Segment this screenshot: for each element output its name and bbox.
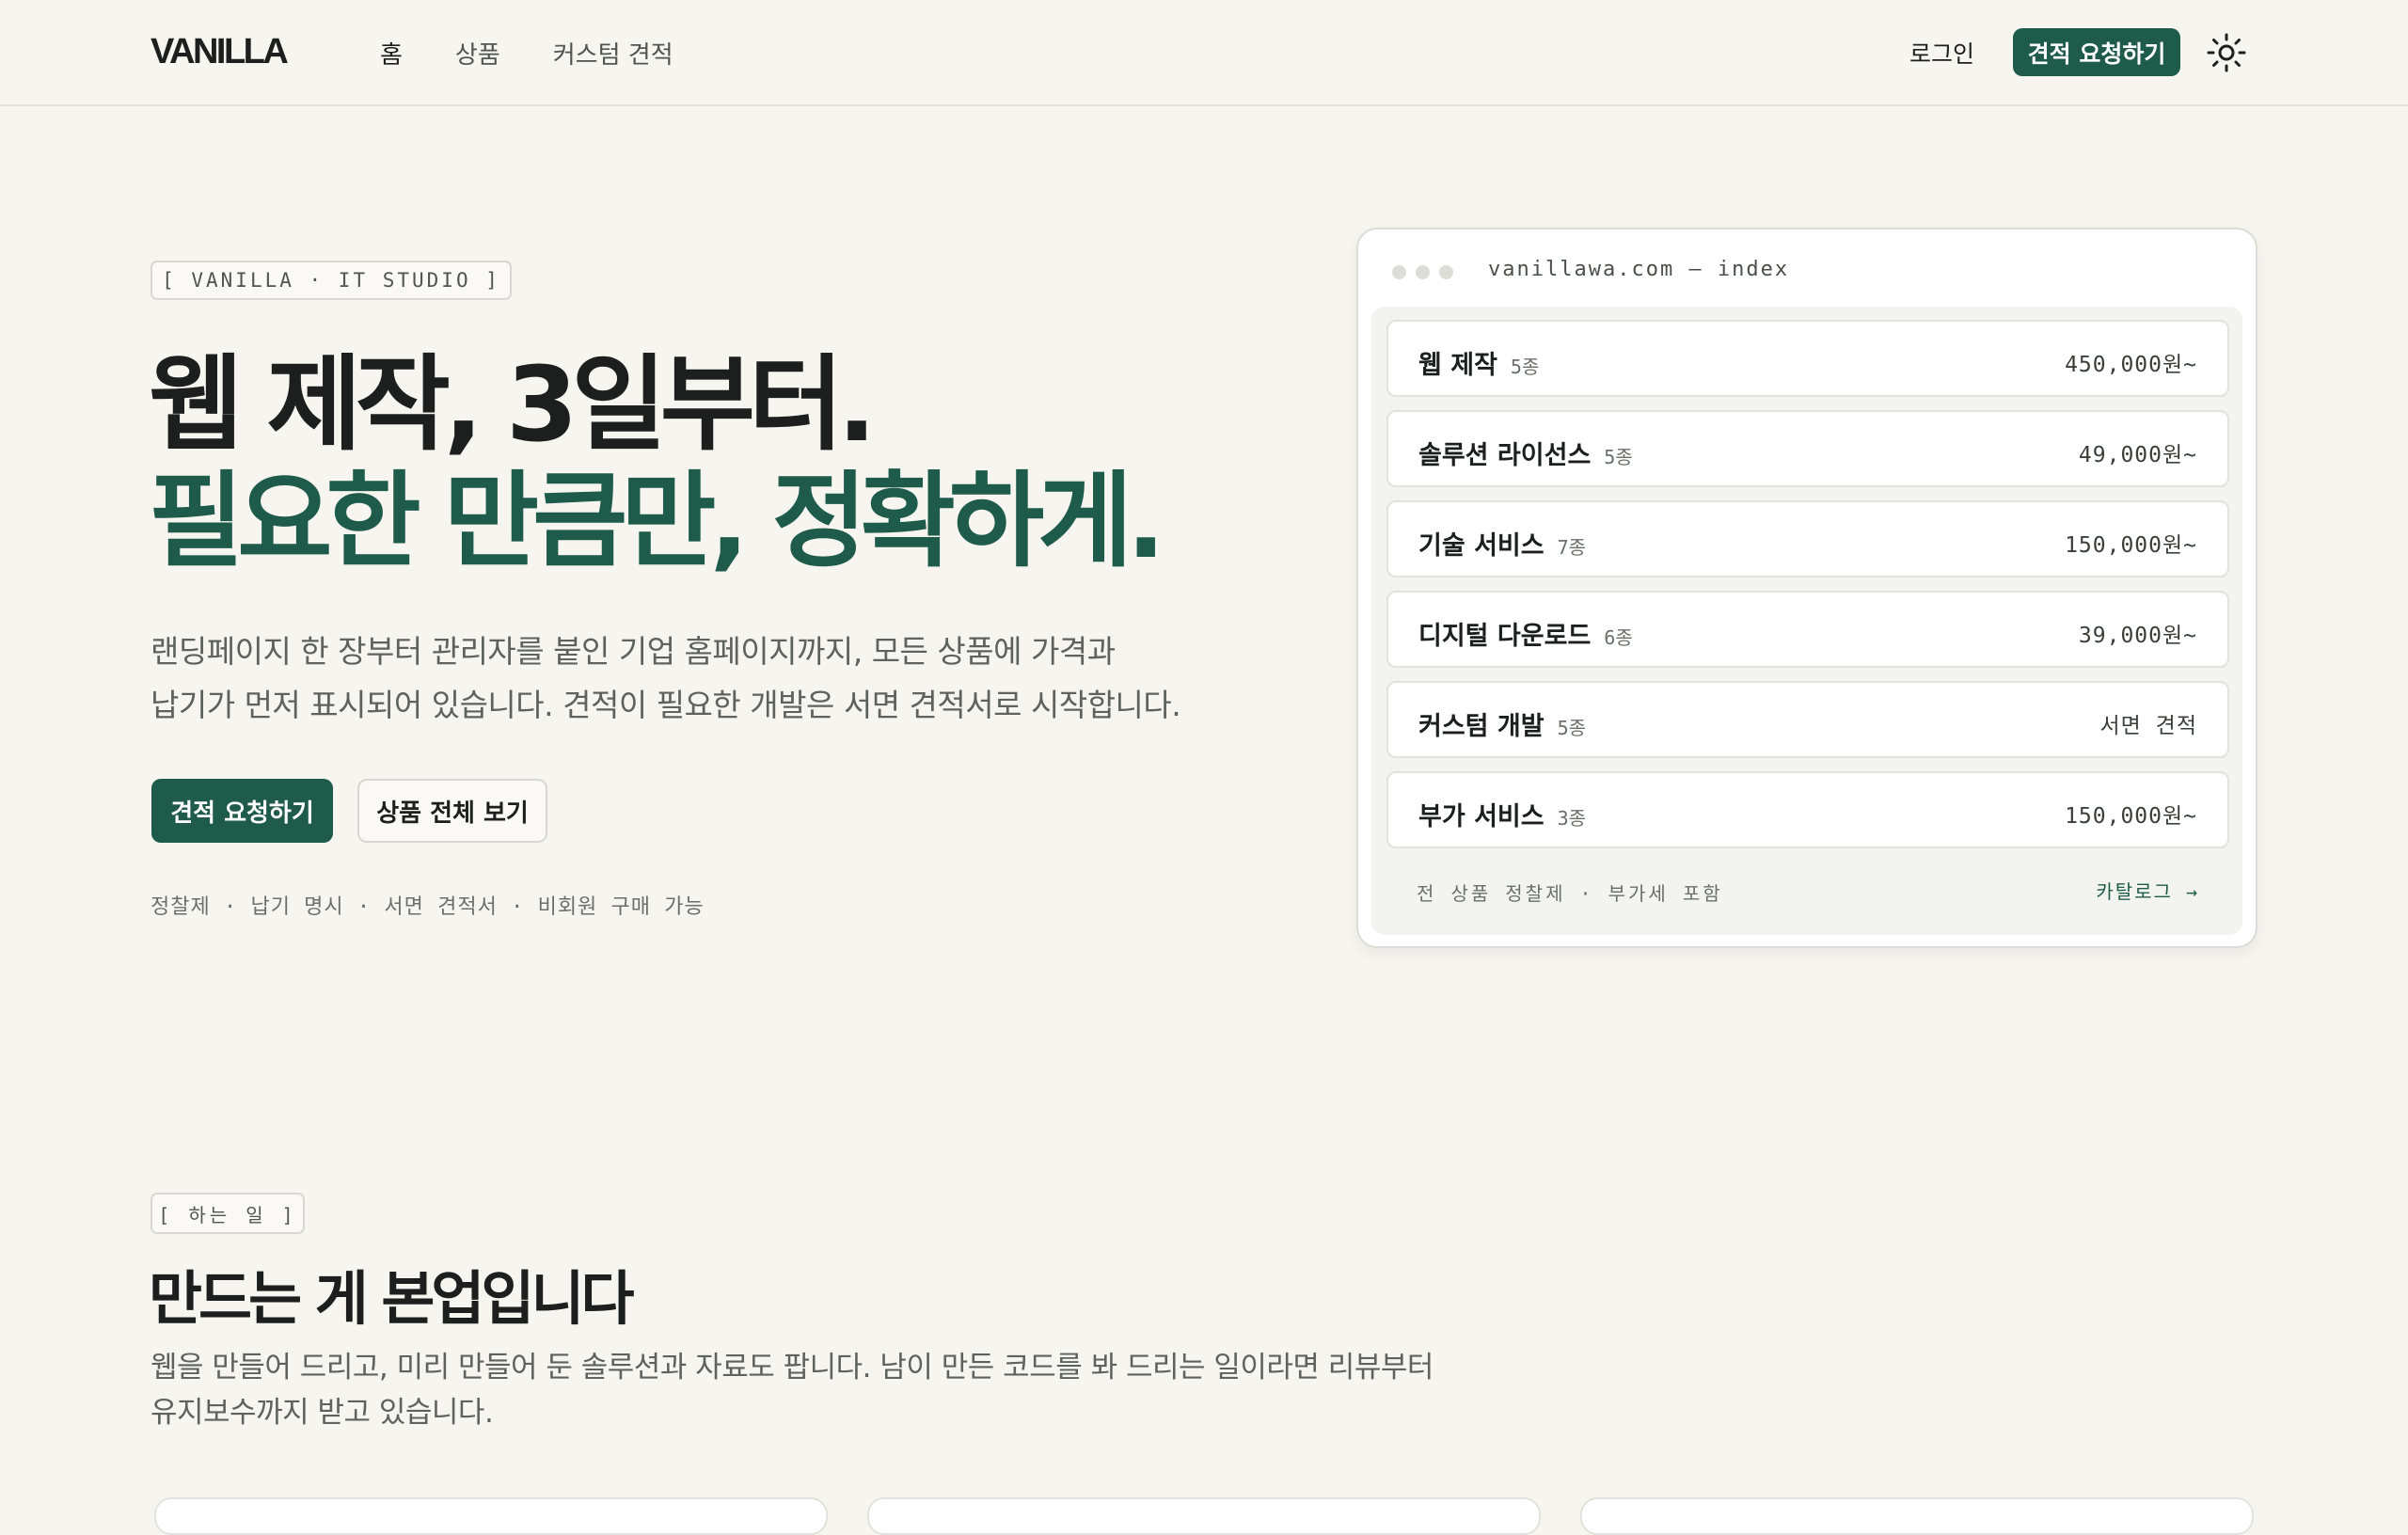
catalog-row-price: 서면 견적 <box>2099 714 2197 738</box>
catalog-row-name: 기술 서비스 <box>1418 531 1545 561</box>
catalog-row-license[interactable]: 솔루션 라이선스 5종 49,000원~ <box>1386 410 2229 487</box>
catalog-row-count: 5종 <box>1604 446 1633 468</box>
hero-title: 웹 제작, 3일부터. 필요한 만큼만, 정확하게. <box>149 344 1165 581</box>
catalog-row-custom-dev[interactable]: 커스텀 개발 5종 서면 견적 <box>1386 681 2229 758</box>
site-header: VANILLA 홈 상품 커스텀 견적 로그인 견적 요청하기 <box>0 0 2408 106</box>
section-tag: [ 하는 일 ] <box>150 1193 305 1234</box>
window-dots <box>1392 265 1453 279</box>
catalog-row-name: 웹 제작 <box>1418 351 1497 380</box>
section-description-line1: 웹을 만들어 드리고, 미리 만들어 둔 솔루션과 자료도 팝니다. 남이 만든… <box>150 1351 1434 1385</box>
service-card[interactable] <box>154 1497 828 1535</box>
section-title: 만드는 게 본업입니다 <box>149 1264 635 1333</box>
catalog-row-name: 디지털 다운로드 <box>1418 622 1592 651</box>
catalog-row-count: 3종 <box>1557 807 1587 830</box>
catalog-footer-note: 전 상품 정찰제 · 부가세 포함 <box>1417 882 1723 905</box>
nav-home[interactable]: 홈 <box>380 36 403 71</box>
nav-custom-quote[interactable]: 커스텀 견적 <box>553 36 673 71</box>
hero-tag: [ VANILLA · IT STUDIO ] <box>150 261 512 300</box>
catalog-row-count: 5종 <box>1510 356 1540 378</box>
catalog-row-name: 커스텀 개발 <box>1418 712 1545 741</box>
hero-meta: 정찰제 · 납기 명시 · 서면 견적서 · 비회원 구매 가능 <box>150 895 705 919</box>
catalog-row-tech-service[interactable]: 기술 서비스 7종 150,000원~ <box>1386 500 2229 578</box>
catalog-list: 웹 제작 5종 450,000원~ 솔루션 라이선스 5종 49,000원~ 기술 … <box>1371 307 2242 935</box>
theme-toggle-button[interactable] <box>2207 33 2246 72</box>
catalog-row-count: 6종 <box>1604 626 1633 649</box>
catalog-row-price: 450,000원~ <box>2065 353 2197 377</box>
view-all-products-button[interactable]: 상품 전체 보기 <box>357 779 547 843</box>
window-dot <box>1439 265 1453 279</box>
catalog-row-addon[interactable]: 부가 서비스 3종 150,000원~ <box>1386 771 2229 848</box>
service-card[interactable] <box>1580 1497 2254 1535</box>
catalog-preview: vanillawa.com — index 웹 제작 5종 450,000원~ 솔… <box>1356 228 2258 948</box>
mock-url: vanillawa.com — index <box>1488 258 1790 281</box>
catalog-row-price: 150,000원~ <box>2065 533 2197 558</box>
logo[interactable]: VANILLA <box>150 32 289 72</box>
main-nav: 홈 상품 커스텀 견적 <box>380 36 673 71</box>
catalog-row-count: 5종 <box>1557 717 1587 739</box>
hero-quote-button[interactable]: 견적 요청하기 <box>151 779 333 843</box>
hero-description: 랜딩페이지 한 장부터 관리자를 붙인 기업 홈페이지까지, 모든 상품에 가격… <box>150 625 1279 732</box>
login-link[interactable]: 로그인 <box>1909 36 1974 70</box>
window-dot <box>1392 265 1406 279</box>
catalog-row-price: 49,000원~ <box>2078 443 2197 467</box>
window-dot <box>1416 265 1430 279</box>
catalog-row-digital-download[interactable]: 디지털 다운로드 6종 39,000원~ <box>1386 591 2229 668</box>
hero-title-line2: 필요한 만큼만, 정확하게. <box>149 461 1165 581</box>
service-card[interactable] <box>867 1497 1541 1535</box>
catalog-row-price: 39,000원~ <box>2078 624 2197 648</box>
hero-description-line1: 랜딩페이지 한 장부터 관리자를 붙인 기업 홈페이지까지, 모든 상품에 가격… <box>150 633 1116 670</box>
catalog-row-count: 7종 <box>1557 536 1587 559</box>
section-description-line2: 유지보수까지 받고 있습니다. <box>150 1396 494 1430</box>
catalog-row-name: 부가 서비스 <box>1418 802 1545 831</box>
hero-description-line2: 납기가 먼저 표시되어 있습니다. 견적이 필요한 개발은 서면 견적서로 시작… <box>150 687 1181 723</box>
header-quote-button[interactable]: 견적 요청하기 <box>2013 28 2180 76</box>
nav-products[interactable]: 상품 <box>455 36 500 71</box>
section-description: 웹을 만들어 드리고, 미리 만들어 둔 솔루션과 자료도 팝니다. 남이 만든… <box>150 1345 1467 1435</box>
catalog-row-price: 150,000원~ <box>2065 804 2197 829</box>
catalog-row-web[interactable]: 웹 제작 5종 450,000원~ <box>1386 320 2229 397</box>
sun-icon <box>2207 33 2246 72</box>
hero-title-line1: 웹 제작, 3일부터. <box>149 344 877 465</box>
catalog-link[interactable]: 카탈로그 → <box>2096 877 2199 904</box>
catalog-row-name: 솔루션 라이선스 <box>1418 441 1592 470</box>
